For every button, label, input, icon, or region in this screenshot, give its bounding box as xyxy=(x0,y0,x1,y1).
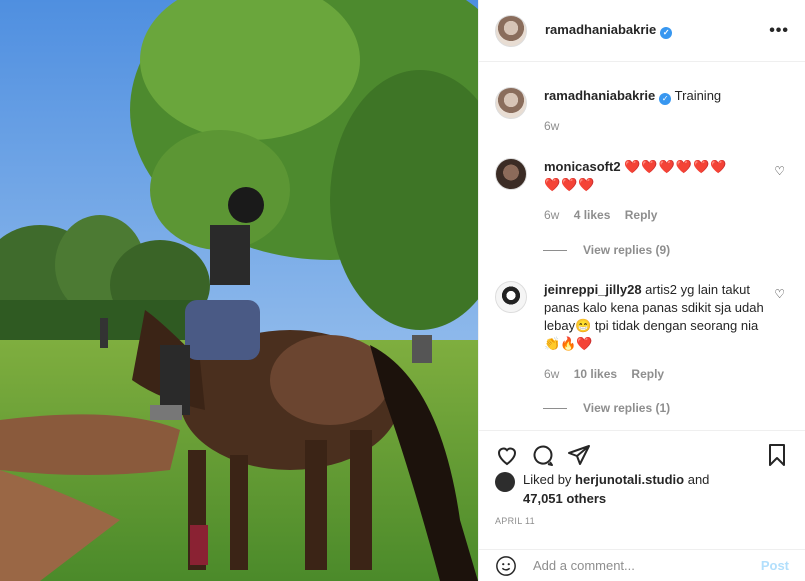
post-photo[interactable] xyxy=(0,0,478,581)
comment-row: jeinreppi_jilly28 artis2 yg lain takut p… xyxy=(495,281,789,383)
comment-time[interactable]: 6w xyxy=(544,367,559,381)
post-comment-button[interactable]: Post xyxy=(761,558,789,573)
caption-row: ramadhaniabakrie ✓ Training 6w xyxy=(495,87,789,135)
caption-body: Training xyxy=(674,88,722,103)
liked-by-user[interactable]: herjunotali.studio xyxy=(575,472,684,487)
share-button[interactable] xyxy=(561,437,597,473)
post-side-panel: ramadhaniabakrie ✓ ••• ramadhaniabakrie ✓ … xyxy=(478,0,805,581)
view-replies-button[interactable]: View replies (9) xyxy=(543,243,670,257)
caption-time[interactable]: 6w xyxy=(544,119,559,133)
caption-avatar[interactable] xyxy=(495,87,527,119)
liked-by-prefix: Liked by xyxy=(523,472,576,487)
view-replies-label[interactable]: View replies (9) xyxy=(583,243,670,257)
bookmark-icon xyxy=(769,443,785,466)
commenter-username[interactable]: monicasoft2 xyxy=(544,159,621,174)
add-comment-bar: Post xyxy=(479,549,805,581)
verified-badge-icon: ✓ xyxy=(659,93,672,105)
comment-button[interactable] xyxy=(525,437,561,473)
comment-icon xyxy=(533,445,553,466)
caption-username[interactable]: ramadhaniabakrie xyxy=(544,88,655,103)
reply-button[interactable]: Reply xyxy=(625,208,658,222)
comment-likes[interactable]: 10 likes xyxy=(574,367,617,381)
comment-body-line1: ❤️❤️❤️❤️❤️❤️ xyxy=(624,159,728,174)
post-date[interactable]: APRIL 11 xyxy=(495,516,535,526)
comment-row: monicasoft2 ❤️❤️❤️❤️❤️❤️ ❤️❤️❤️ 6w 4 lik… xyxy=(495,158,789,224)
verified-badge-icon: ✓ xyxy=(660,27,673,39)
liker-avatar[interactable] xyxy=(495,472,515,492)
horse-riding-photo xyxy=(0,0,478,581)
likes-count[interactable]: 47,051 others xyxy=(523,491,606,506)
view-replies-line xyxy=(543,407,567,409)
author-username-text[interactable]: ramadhaniabakrie xyxy=(545,22,656,37)
reply-button[interactable]: Reply xyxy=(631,367,664,381)
author-avatar[interactable] xyxy=(495,14,527,47)
comment-like-heart-icon[interactable]: ♡ xyxy=(774,164,785,178)
save-button[interactable] xyxy=(759,437,795,473)
liked-by: Liked by herjunotali.studio and 47,051 o… xyxy=(495,470,789,508)
commenter-avatar[interactable] xyxy=(495,158,527,190)
smiley-icon[interactable] xyxy=(495,555,517,577)
add-comment-input[interactable] xyxy=(533,558,761,573)
commenter-avatar[interactable] xyxy=(495,281,527,313)
view-replies-label[interactable]: View replies (1) xyxy=(583,401,670,415)
comment-time[interactable]: 6w xyxy=(544,208,559,222)
comments-list[interactable]: ramadhaniabakrie ✓ Training 6w monicasoft… xyxy=(479,63,805,430)
post-header: ramadhaniabakrie ✓ ••• xyxy=(479,0,805,62)
caption-text: ramadhaniabakrie ✓ Training 6w xyxy=(544,87,764,135)
paper-plane-icon xyxy=(568,444,590,465)
view-replies-line xyxy=(543,249,567,251)
author-username[interactable]: ramadhaniabakrie ✓ xyxy=(545,22,673,39)
heart-icon xyxy=(497,447,517,465)
like-button[interactable] xyxy=(489,437,525,473)
comment-like-heart-icon[interactable]: ♡ xyxy=(774,287,785,301)
comment-text: monicasoft2 ❤️❤️❤️❤️❤️❤️ ❤️❤️❤️ 6w 4 lik… xyxy=(544,158,764,224)
comment-body-line2: ❤️❤️❤️ xyxy=(544,177,596,192)
view-replies-button[interactable]: View replies (1) xyxy=(543,401,670,415)
comment-likes[interactable]: 4 likes xyxy=(574,208,611,222)
comment-text: jeinreppi_jilly28 artis2 yg lain takut p… xyxy=(544,281,764,383)
liked-by-and: and xyxy=(684,472,710,487)
commenter-username[interactable]: jeinreppi_jilly28 xyxy=(544,282,642,297)
more-options-icon[interactable]: ••• xyxy=(769,22,789,40)
